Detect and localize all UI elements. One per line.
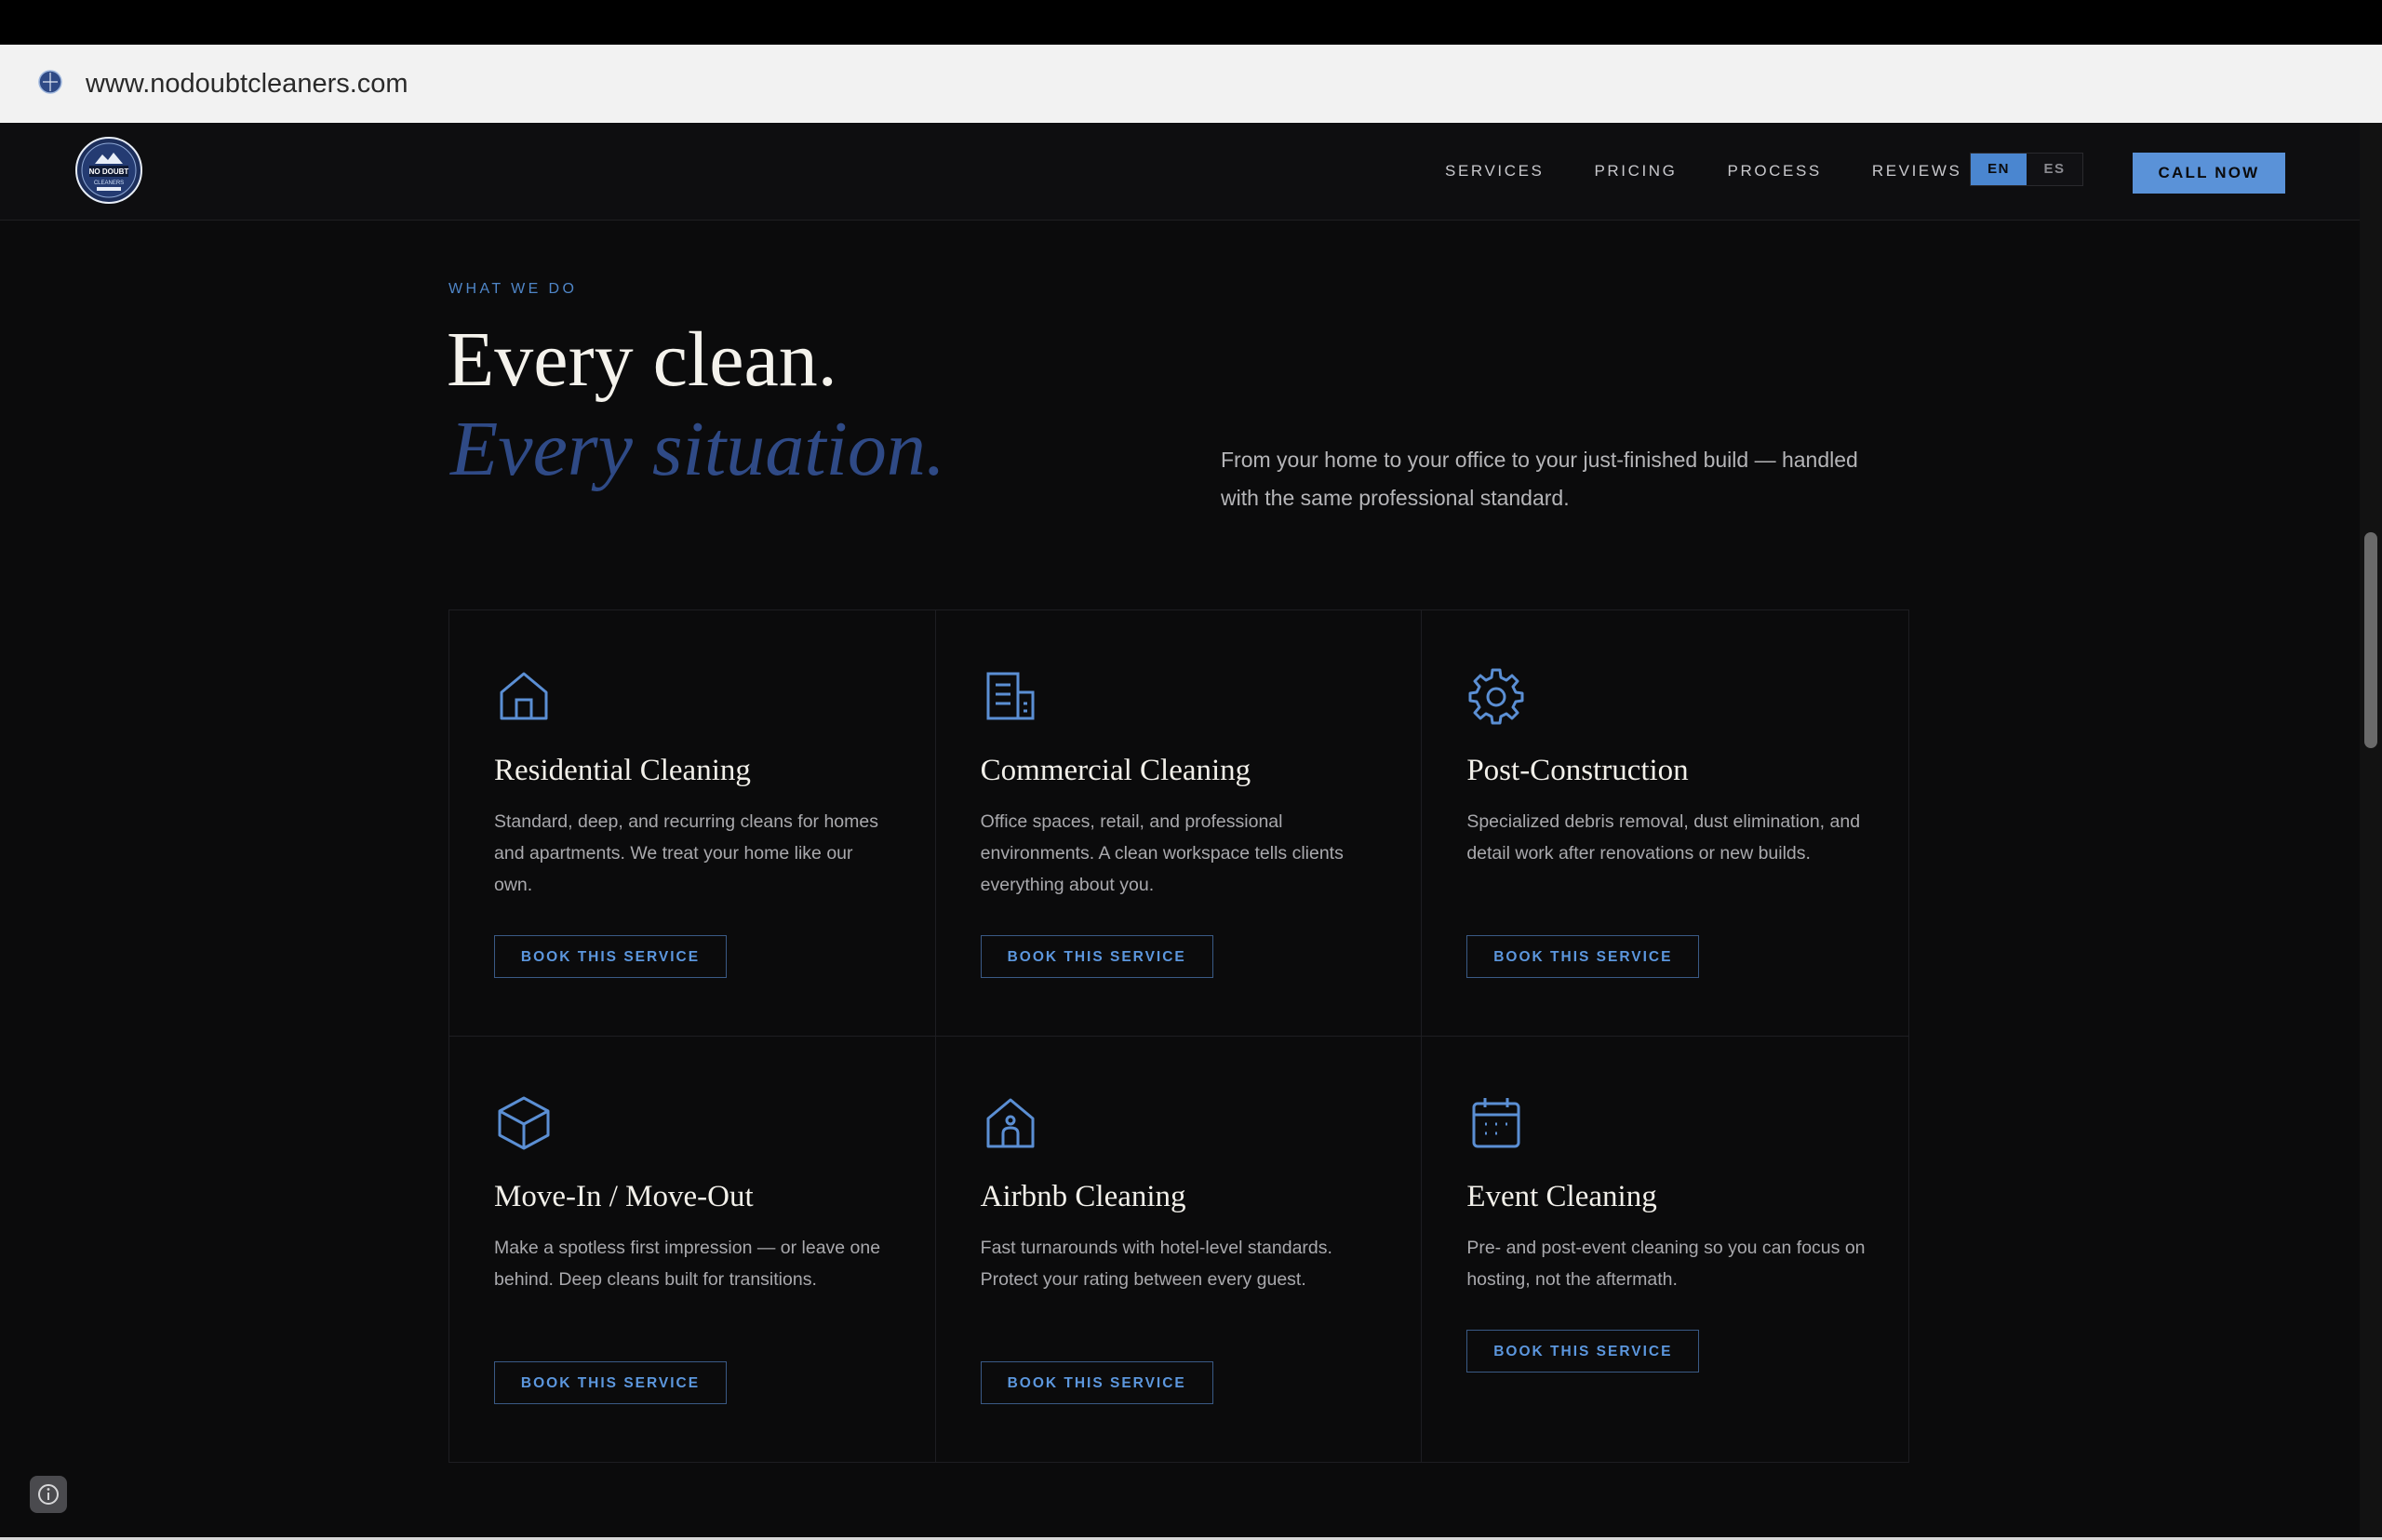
service-description: Pre- and post-event cleaning so you can … (1466, 1237, 1866, 1290)
main-nav: SERVICES PRICING PROCESS REVIEWS (1445, 162, 2012, 181)
service-title: Airbnb Cleaning (980, 1179, 1186, 1213)
service-description: Specialized debris removal, dust elimina… (1466, 811, 1861, 864)
calendar-icon (1472, 1097, 1520, 1147)
vertical-scrollbar[interactable] (2360, 123, 2382, 1540)
service-card-move: Move-In / Move-Out Make a spotless first… (449, 1036, 936, 1462)
service-description: Make a spotless first impression — or le… (494, 1237, 881, 1290)
service-description: Standard, deep, and recurring cleans for… (494, 811, 878, 895)
info-button[interactable] (30, 1476, 67, 1513)
house-icon (500, 672, 548, 720)
page-viewport: NO DOUBT CLEANERS SERVICES PRICING PROCE… (0, 123, 2360, 1540)
book-service-button[interactable]: BOOK THIS SERVICE (980, 1360, 1213, 1404)
service-card-residential: Residential Cleaning Standard, deep, and… (449, 610, 936, 1037)
language-toggle: EN ES (1970, 153, 2083, 186)
book-service-button[interactable]: BOOK THIS SERVICE (980, 935, 1213, 978)
lang-es-button[interactable]: ES (2027, 154, 2082, 185)
svg-text:NO DOUBT: NO DOUBT (89, 167, 129, 176)
building-icon (986, 672, 1035, 720)
nav-link-reviews[interactable]: REVIEWS (1872, 162, 1962, 181)
service-title: Residential Cleaning (494, 754, 751, 787)
services-grid: Residential Cleaning Standard, deep, and… (448, 609, 1909, 1463)
info-icon (38, 1484, 59, 1505)
service-title: Commercial Cleaning (980, 754, 1251, 787)
service-title: Move-In / Move-Out (494, 1179, 754, 1213)
section-intro: From your home to your office to your ju… (1221, 448, 1858, 510)
site-favicon-icon (38, 70, 62, 94)
lang-en-button[interactable]: EN (1971, 154, 2027, 185)
host-house-icon (986, 1098, 1035, 1147)
nav-link-process[interactable]: PROCESS (1728, 162, 1822, 181)
service-title: Event Cleaning (1466, 1179, 1657, 1213)
browser-top-bar (0, 0, 2382, 45)
call-now-button[interactable]: CALL NOW (2133, 153, 2285, 194)
gear-icon (1468, 668, 1524, 725)
nav-link-pricing[interactable]: PRICING (1594, 162, 1677, 181)
service-description: Fast turnarounds with hotel-level standa… (980, 1237, 1332, 1290)
nav-link-services[interactable]: SERVICES (1445, 162, 1544, 181)
service-card-event: Event Cleaning Pre- and post-event clean… (1422, 1037, 1908, 1463)
book-service-button[interactable]: BOOK THIS SERVICE (1466, 1329, 1700, 1373)
book-service-button[interactable]: BOOK THIS SERVICE (1466, 935, 1700, 978)
section-eyebrow: WHAT WE DO (448, 281, 578, 297)
address-url[interactable]: www.nodoubtcleaners.com (86, 63, 408, 104)
book-service-button[interactable]: BOOK THIS SERVICE (494, 1360, 727, 1404)
scrollbar-thumb[interactable] (2364, 532, 2377, 748)
service-description: Office spaces, retail, and professional … (980, 811, 1344, 895)
section-title: Every clean. (447, 316, 837, 403)
browser-address-bar[interactable]: www.nodoubtcleaners.com (0, 45, 2382, 123)
service-card-commercial: Commercial Cleaning Office spaces, retai… (935, 610, 1423, 1037)
section-title-italic: Every situation. (450, 406, 945, 492)
box-icon (498, 1096, 550, 1149)
service-card-airbnb: Airbnb Cleaning Fast turnarounds with ho… (936, 1036, 1423, 1462)
svg-text:CLEANERS: CLEANERS (94, 181, 124, 186)
book-service-button[interactable]: BOOK THIS SERVICE (494, 935, 727, 978)
service-card-post-construction: Post-Construction Specialized debris rem… (1422, 610, 1908, 1037)
service-title: Post-Construction (1466, 754, 1689, 787)
site-header: NO DOUBT CLEANERS SERVICES PRICING PROCE… (0, 123, 2360, 221)
brand-logo[interactable]: NO DOUBT CLEANERS (74, 136, 143, 205)
